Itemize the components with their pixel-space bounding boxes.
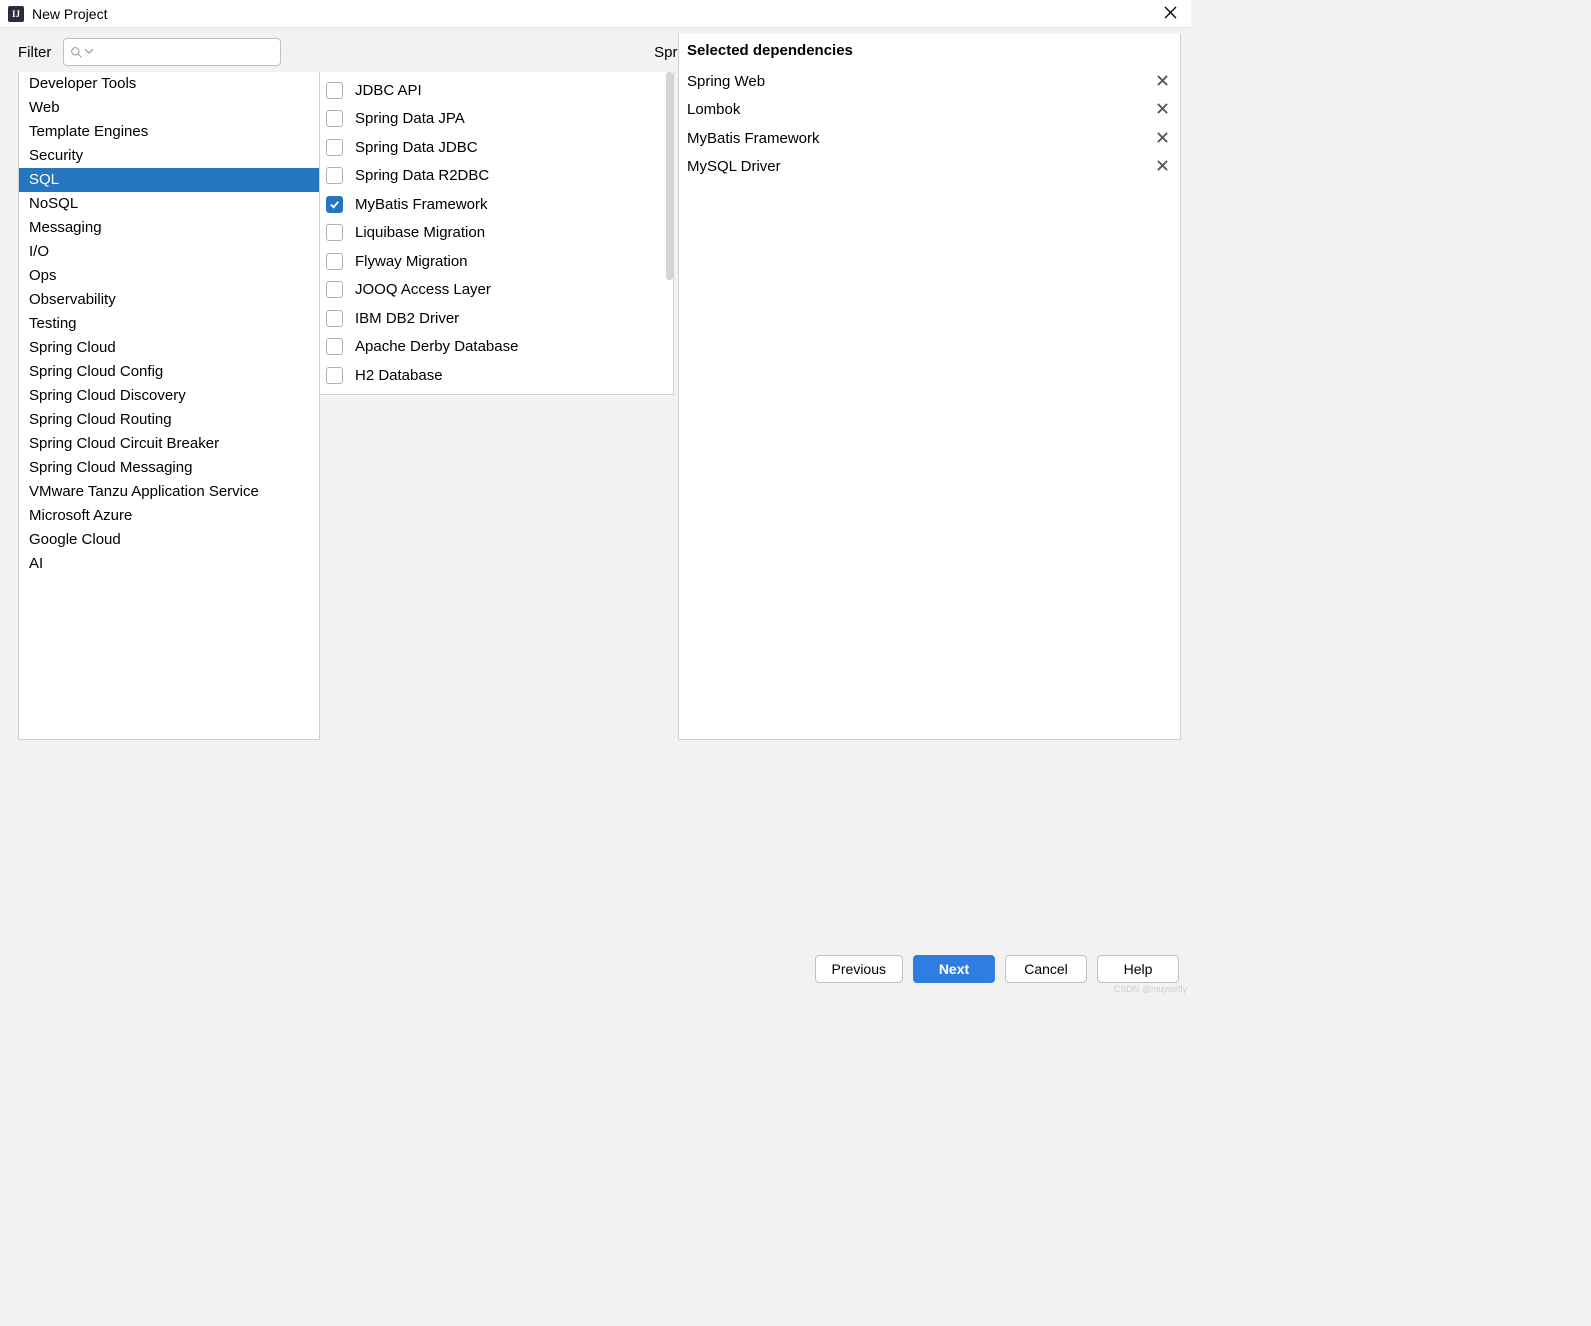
selected-dependencies-header: Selected dependencies <box>679 34 1180 67</box>
dependency-item[interactable]: Flyway Migration <box>320 247 673 276</box>
selected-dependency-item: MyBatis Framework <box>679 124 1180 153</box>
dependency-item[interactable]: JOOQ Access Layer <box>320 276 673 305</box>
dependency-list[interactable]: JDBC API Spring Data JPA Spring Data JDBC S… <box>320 72 674 395</box>
category-list[interactable]: Developer ToolsWebTemplate EnginesSecuri… <box>18 72 320 740</box>
dependency-item[interactable]: Spring Data JDBC <box>320 133 673 162</box>
category-item[interactable]: Observability <box>19 288 319 312</box>
titlebar: IJ New Project <box>0 0 1191 28</box>
dependency-item[interactable]: IBM DB2 Driver <box>320 304 673 333</box>
selected-dependency-label: MySQL Driver <box>687 158 1155 175</box>
dependency-label: JOOQ Access Layer <box>355 281 491 298</box>
dependency-item[interactable]: Apache Derby Database <box>320 333 673 362</box>
main-area: Developer ToolsWebTemplate EnginesSecuri… <box>0 72 1191 740</box>
category-item[interactable]: Spring Cloud <box>19 336 319 360</box>
dependency-item[interactable]: MyBatis Framework <box>320 190 673 219</box>
dependency-checkbox[interactable] <box>326 367 343 384</box>
category-item[interactable]: Microsoft Azure <box>19 504 319 528</box>
dependency-empty-area <box>320 395 674 741</box>
category-item[interactable]: AI <box>19 552 319 576</box>
dependency-label: Flyway Migration <box>355 253 468 270</box>
category-item[interactable]: Spring Cloud Discovery <box>19 384 319 408</box>
dependency-label: Liquibase Migration <box>355 224 485 241</box>
category-item[interactable]: Web <box>19 96 319 120</box>
category-item[interactable]: Ops <box>19 264 319 288</box>
filter-input-wrap[interactable] <box>63 38 281 66</box>
remove-dependency-icon[interactable] <box>1155 73 1170 90</box>
dependency-label: MyBatis Framework <box>355 196 488 213</box>
category-item[interactable]: Security <box>19 144 319 168</box>
window-title: New Project <box>32 6 1158 22</box>
category-item[interactable]: Template Engines <box>19 120 319 144</box>
filter-label: Filter <box>18 44 51 61</box>
dependency-label: Apache Derby Database <box>355 338 518 355</box>
help-button[interactable]: Help <box>1097 955 1179 983</box>
remove-dependency-icon[interactable] <box>1155 158 1170 175</box>
dependency-checkbox[interactable] <box>326 224 343 241</box>
dependency-label: H2 Database <box>355 367 443 384</box>
remove-dependency-icon[interactable] <box>1155 101 1170 118</box>
dependency-item[interactable]: Liquibase Migration <box>320 219 673 248</box>
dependency-item[interactable]: H2 Database <box>320 361 673 390</box>
dependency-item[interactable]: Spring Data JPA <box>320 105 673 134</box>
wizard-footer: Previous Next Cancel Help <box>0 944 1191 994</box>
dependency-label: JDBC API <box>355 82 422 99</box>
dependency-checkbox[interactable] <box>326 338 343 355</box>
dependency-checkbox[interactable] <box>326 110 343 127</box>
dependency-checkbox[interactable] <box>326 253 343 270</box>
selected-dependencies-panel: Selected dependencies Spring Web Lombok My… <box>678 34 1181 740</box>
selected-dependency-item: Lombok <box>679 96 1180 125</box>
category-item[interactable]: SQL <box>19 168 319 192</box>
selected-dependency-item: Spring Web <box>679 67 1180 96</box>
dependency-label: Spring Data JDBC <box>355 139 478 156</box>
dependency-item[interactable]: Spring Data R2DBC <box>320 162 673 191</box>
filter-input[interactable] <box>95 44 274 60</box>
dependency-checkbox[interactable] <box>326 196 343 213</box>
dependency-checkbox[interactable] <box>326 139 343 156</box>
category-item[interactable]: I/O <box>19 240 319 264</box>
selected-dependency-label: Lombok <box>687 101 1155 118</box>
app-icon: IJ <box>8 6 24 22</box>
category-item[interactable]: Testing <box>19 312 319 336</box>
category-item[interactable]: VMware Tanzu Application Service <box>19 480 319 504</box>
dependency-checkbox[interactable] <box>326 167 343 184</box>
dependency-checkbox[interactable] <box>326 310 343 327</box>
category-item[interactable]: Spring Cloud Routing <box>19 408 319 432</box>
category-item[interactable]: Spring Cloud Messaging <box>19 456 319 480</box>
app-icon-letters: IJ <box>12 9 20 19</box>
category-item[interactable]: Spring Cloud Config <box>19 360 319 384</box>
dependency-checkbox[interactable] <box>326 82 343 99</box>
dependency-label: Spring Data JPA <box>355 110 465 127</box>
dependency-checkbox[interactable] <box>326 281 343 298</box>
category-item[interactable]: NoSQL <box>19 192 319 216</box>
dependency-label: Spring Data R2DBC <box>355 167 489 184</box>
close-icon[interactable] <box>1158 4 1183 24</box>
dependency-panel: JDBC API Spring Data JPA Spring Data JDBC S… <box>320 72 674 740</box>
next-button[interactable]: Next <box>913 955 995 983</box>
category-item[interactable]: Messaging <box>19 216 319 240</box>
category-item[interactable]: Google Cloud <box>19 528 319 552</box>
cancel-button[interactable]: Cancel <box>1005 955 1087 983</box>
selected-dependency-label: Spring Web <box>687 73 1155 90</box>
previous-button[interactable]: Previous <box>815 955 903 983</box>
dependency-item[interactable]: JDBC API <box>320 76 673 105</box>
search-icon <box>70 46 83 59</box>
remove-dependency-icon[interactable] <box>1155 130 1170 147</box>
selected-dependency-item: MySQL Driver <box>679 153 1180 182</box>
dependency-label: IBM DB2 Driver <box>355 310 459 327</box>
category-item[interactable]: Developer Tools <box>19 72 319 96</box>
selected-dependency-label: MyBatis Framework <box>687 130 1155 147</box>
category-item[interactable]: Spring Cloud Circuit Breaker <box>19 432 319 456</box>
chevron-down-icon <box>85 48 93 56</box>
